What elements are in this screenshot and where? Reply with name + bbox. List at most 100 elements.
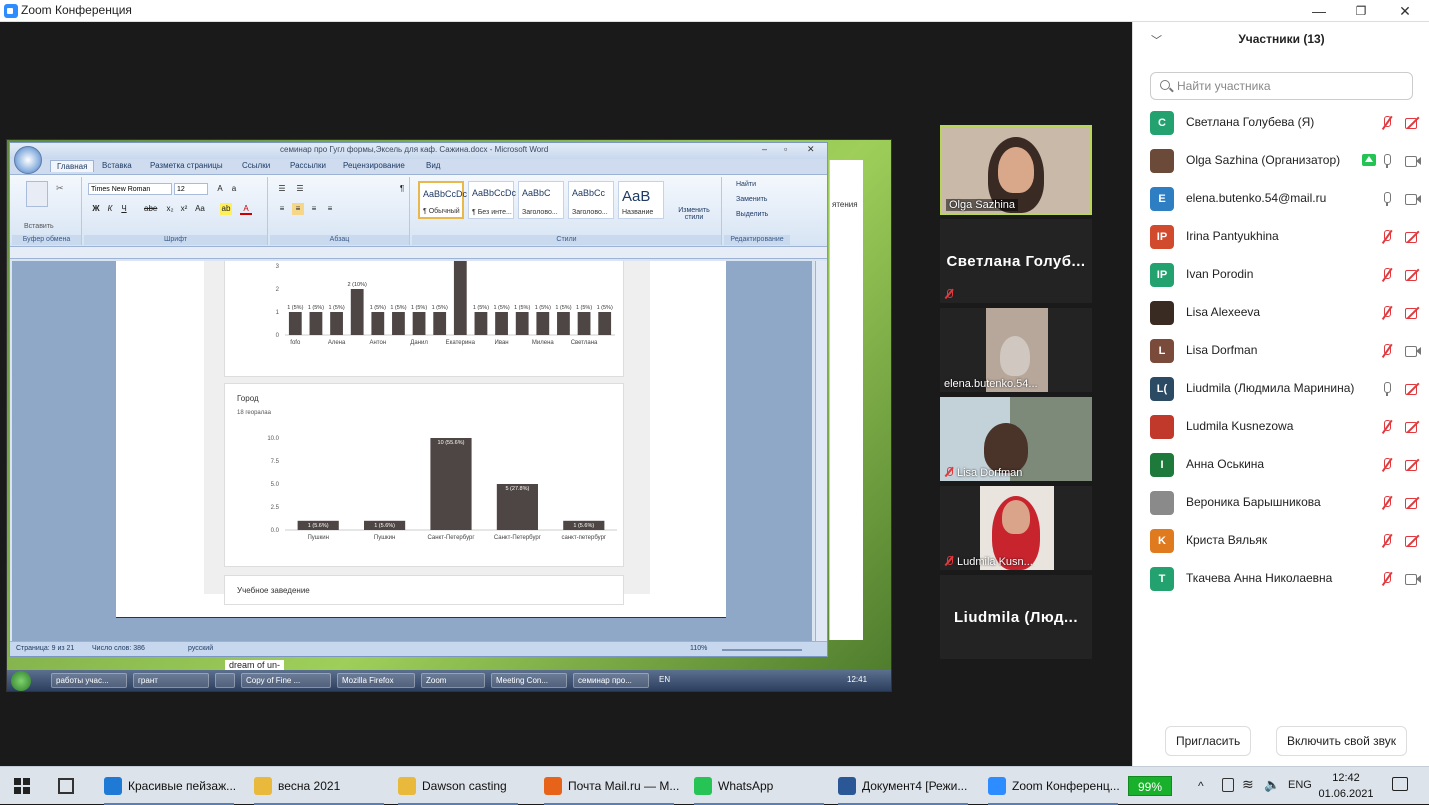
participant-row[interactable]: K Криста Вяльяк (1133, 522, 1429, 560)
vertical-scrollbar[interactable] (815, 261, 827, 641)
style-gallery-item[interactable]: AaB Название (618, 181, 664, 219)
bar[interactable] (371, 312, 385, 335)
bar[interactable] (515, 312, 529, 335)
usb-icon[interactable] (1222, 778, 1234, 792)
subscript-icon[interactable]: x₂ (164, 203, 176, 215)
participant-row[interactable]: IP Irina Pantyukhina (1133, 218, 1429, 256)
ribbon-tab[interactable]: Рассылки (290, 161, 326, 170)
bar[interactable] (392, 312, 405, 335)
status-words[interactable]: Число слов: 386 (92, 645, 145, 652)
camera-off-icon[interactable] (1405, 533, 1421, 549)
bar[interactable] (412, 312, 426, 335)
invite-button[interactable]: Пригласить (1165, 726, 1252, 756)
participant-row[interactable]: Olga Sazhina (Организатор) (1133, 142, 1429, 180)
taskbar-app[interactable]: Почта Mail.ru — M... (544, 767, 679, 805)
camera-icon[interactable] (1405, 343, 1421, 359)
bar[interactable] (453, 261, 467, 335)
bar[interactable] (557, 312, 570, 335)
unmute-self-button[interactable]: Включить свой звук (1276, 726, 1407, 756)
shrink-font-icon[interactable]: a (228, 183, 240, 195)
office-button[interactable] (14, 146, 42, 174)
participant-search-input[interactable]: Найти участника (1150, 72, 1413, 100)
select-button[interactable]: Выделить (736, 211, 768, 218)
ribbon-tab[interactable]: Главная (50, 160, 95, 172)
notifications-icon[interactable] (1392, 777, 1408, 791)
video-tile-ludmila[interactable]: Ludmila Kusn... (940, 486, 1092, 570)
font-color-icon[interactable]: A (240, 203, 252, 215)
mic-icon[interactable] (1379, 153, 1395, 169)
status-language[interactable]: русский (188, 645, 213, 652)
change-case-icon[interactable]: Aa (194, 203, 206, 215)
participant-row[interactable]: Ludmila Kusnezowa (1133, 408, 1429, 446)
align-center-icon[interactable]: ≡ (292, 203, 304, 215)
camera-off-icon[interactable] (1405, 267, 1421, 283)
cut-icon[interactable]: ✂ (56, 183, 64, 194)
paste-icon[interactable] (26, 181, 48, 207)
zoom-slider[interactable] (722, 649, 802, 651)
mic-muted-icon[interactable] (1379, 229, 1395, 245)
bar[interactable] (536, 312, 550, 335)
change-styles-button[interactable]: Изменить стили (674, 207, 714, 221)
participant-row[interactable]: I Анна Оськина (1133, 446, 1429, 484)
input-language[interactable]: ENG (1288, 779, 1312, 791)
ribbon-tab[interactable]: Рецензирование (343, 161, 405, 170)
battery-indicator[interactable]: 99% (1128, 776, 1172, 796)
status-page[interactable]: Страница: 9 из 21 (16, 645, 74, 652)
participant-row[interactable]: Eelena.butenko.54@mail.ru (1133, 180, 1429, 218)
bar[interactable] (288, 312, 302, 335)
ribbon-tab[interactable]: Ссылки (242, 161, 270, 170)
shared-task-button[interactable]: Mozilla Firefox (337, 673, 415, 688)
bold-icon[interactable]: Ж (90, 203, 102, 215)
shared-task-button[interactable] (215, 673, 235, 688)
participant-row[interactable]: Lisa Alexeeva (1133, 294, 1429, 332)
status-zoom[interactable]: 110% (690, 645, 707, 652)
taskbar-app[interactable]: Dawson casting (398, 767, 518, 805)
video-tile-olga[interactable]: Olga Sazhina (940, 125, 1092, 215)
camera-icon[interactable] (1405, 571, 1421, 587)
bar[interactable] (330, 312, 343, 335)
word-minimize-button[interactable]: – (762, 144, 767, 154)
ribbon-tab[interactable]: Вставка (102, 161, 132, 170)
shared-task-button[interactable]: Copy of Fine ... (241, 673, 331, 688)
video-tile-svetlana[interactable]: Светлана Голуб... (940, 219, 1092, 303)
participant-row[interactable]: Вероника Барышникова (1133, 484, 1429, 522)
mic-muted-icon[interactable] (1379, 343, 1395, 359)
video-tile-liudmila[interactable]: Liudmila (Люд... (940, 575, 1092, 659)
camera-off-icon[interactable] (1405, 381, 1421, 397)
style-gallery-item[interactable]: AaBbCcDc ¶ Без инте... (468, 181, 516, 219)
video-tile-lisa[interactable]: Lisa Dorfman (940, 397, 1092, 481)
shared-task-button[interactable]: Zoom (421, 673, 485, 688)
camera-off-icon[interactable] (1405, 495, 1421, 511)
font-size-select[interactable]: 12 (174, 183, 208, 195)
camera-off-icon[interactable] (1405, 229, 1421, 245)
video-tile-elena[interactable]: elena.butenko.54... (940, 308, 1092, 392)
highlight-icon[interactable]: ab (220, 203, 232, 215)
mic-icon[interactable] (1379, 381, 1395, 397)
maximize-button[interactable]: ❐ (1341, 1, 1381, 21)
volume-icon[interactable]: 🔈 (1264, 777, 1280, 793)
mic-muted-icon[interactable] (1379, 267, 1395, 283)
word-close-button[interactable]: ✕ (807, 144, 815, 155)
ribbon-tab[interactable]: Вид (426, 161, 440, 170)
bar[interactable] (495, 312, 508, 335)
bullets-icon[interactable]: ☰ (276, 183, 288, 195)
word-maximize-button[interactable]: ▫ (784, 144, 787, 154)
mic-muted-icon[interactable] (1379, 457, 1395, 473)
shared-task-button[interactable]: грант (133, 673, 209, 688)
style-gallery-item[interactable]: AaBbCc Заголово... (568, 181, 614, 219)
mic-muted-icon[interactable] (1379, 571, 1395, 587)
bar[interactable] (433, 312, 447, 335)
camera-off-icon[interactable] (1405, 457, 1421, 473)
task-view-icon[interactable] (58, 778, 74, 794)
camera-off-icon[interactable] (1405, 305, 1421, 321)
bar[interactable] (474, 312, 488, 335)
taskbar-app[interactable]: Документ4 [Режи... (838, 767, 968, 805)
mic-muted-icon[interactable] (1379, 419, 1395, 435)
bar[interactable] (309, 312, 323, 335)
taskbar-app[interactable]: Zoom Конференц... (988, 767, 1120, 805)
font-name-select[interactable]: Times New Roman (88, 183, 172, 195)
chevron-up-icon[interactable]: ^ (1198, 779, 1204, 793)
justify-icon[interactable]: ≡ (324, 203, 336, 215)
camera-off-icon[interactable] (1405, 419, 1421, 435)
underline-icon[interactable]: Ч (118, 203, 130, 215)
